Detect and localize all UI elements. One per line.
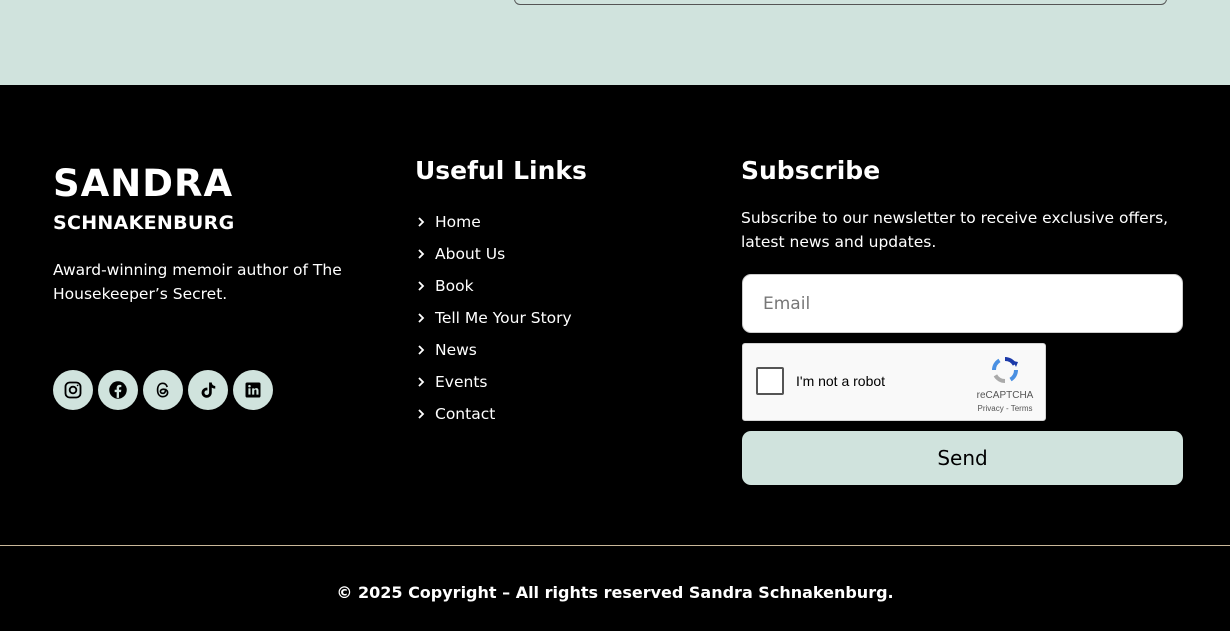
nav-link-label: About Us [435,245,506,263]
nav-link-label: News [435,341,477,359]
nav-link-book[interactable]: Book [415,270,572,302]
chevron-right-icon [418,281,425,291]
nav-link-home[interactable]: Home [415,206,572,238]
facebook-icon [109,381,127,399]
chevron-right-icon [418,409,425,419]
linkedin-icon [245,382,261,398]
subscribe-description: Subscribe to our newsletter to receive e… [741,209,1169,251]
nav-link-label: Home [435,213,481,231]
nav-link-about-us[interactable]: About Us [415,238,572,270]
nav-link-label: Contact [435,405,496,423]
send-button[interactable]: Send [742,431,1183,485]
nav-link-contact[interactable]: Contact [415,398,572,430]
instagram-icon [64,381,82,399]
email-field[interactable] [742,274,1183,333]
chevron-right-icon [418,345,425,355]
brand-name: SANDRA [53,162,234,205]
recaptcha-widget: I'm not a robot reCAPTCHA Privacy - Term… [742,343,1046,421]
recaptcha-brand: reCAPTCHA [976,390,1034,401]
nav-link-news[interactable]: News [415,334,572,366]
useful-links-list: Home About Us Book Tell Me Your Story Ne… [415,206,572,430]
threads-icon [156,382,169,398]
tiktok-link[interactable] [188,370,228,410]
message-field-edge[interactable] [514,0,1167,5]
nav-link-label: Events [435,373,488,391]
footer-divider [0,545,1230,546]
nav-link-tell-me-your-story[interactable]: Tell Me Your Story [415,302,572,334]
site-footer: SANDRA SCHNAKENBURG Award-winning memoir… [0,85,1230,545]
linkedin-link[interactable] [233,370,273,410]
recaptcha-logo-icon [991,357,1019,383]
chevron-right-icon [418,217,425,227]
subscribe-heading: Subscribe [741,156,881,185]
top-section-band [0,0,1230,85]
nav-link-label: Tell Me Your Story [435,309,572,327]
recaptcha-legal-links[interactable]: Privacy - Terms [963,404,1047,413]
instagram-link[interactable] [53,370,93,410]
nav-link-events[interactable]: Events [415,366,572,398]
chevron-right-icon [418,377,425,387]
copyright-text: © 2025 Copyright – All rights reserved S… [336,583,894,602]
chevron-right-icon [418,313,425,323]
nav-link-label: Book [435,277,474,295]
facebook-link[interactable] [98,370,138,410]
brand-description: Award-winning memoir author of The House… [53,261,342,303]
recaptcha-label: I'm not a robot [796,373,886,389]
social-links [53,370,273,410]
brand-subname: SCHNAKENBURG [53,212,235,234]
useful-links-heading: Useful Links [415,156,587,185]
threads-link[interactable] [143,370,183,410]
tiktok-icon [201,382,216,398]
chevron-right-icon [418,249,425,259]
recaptcha-checkbox[interactable] [756,367,784,395]
